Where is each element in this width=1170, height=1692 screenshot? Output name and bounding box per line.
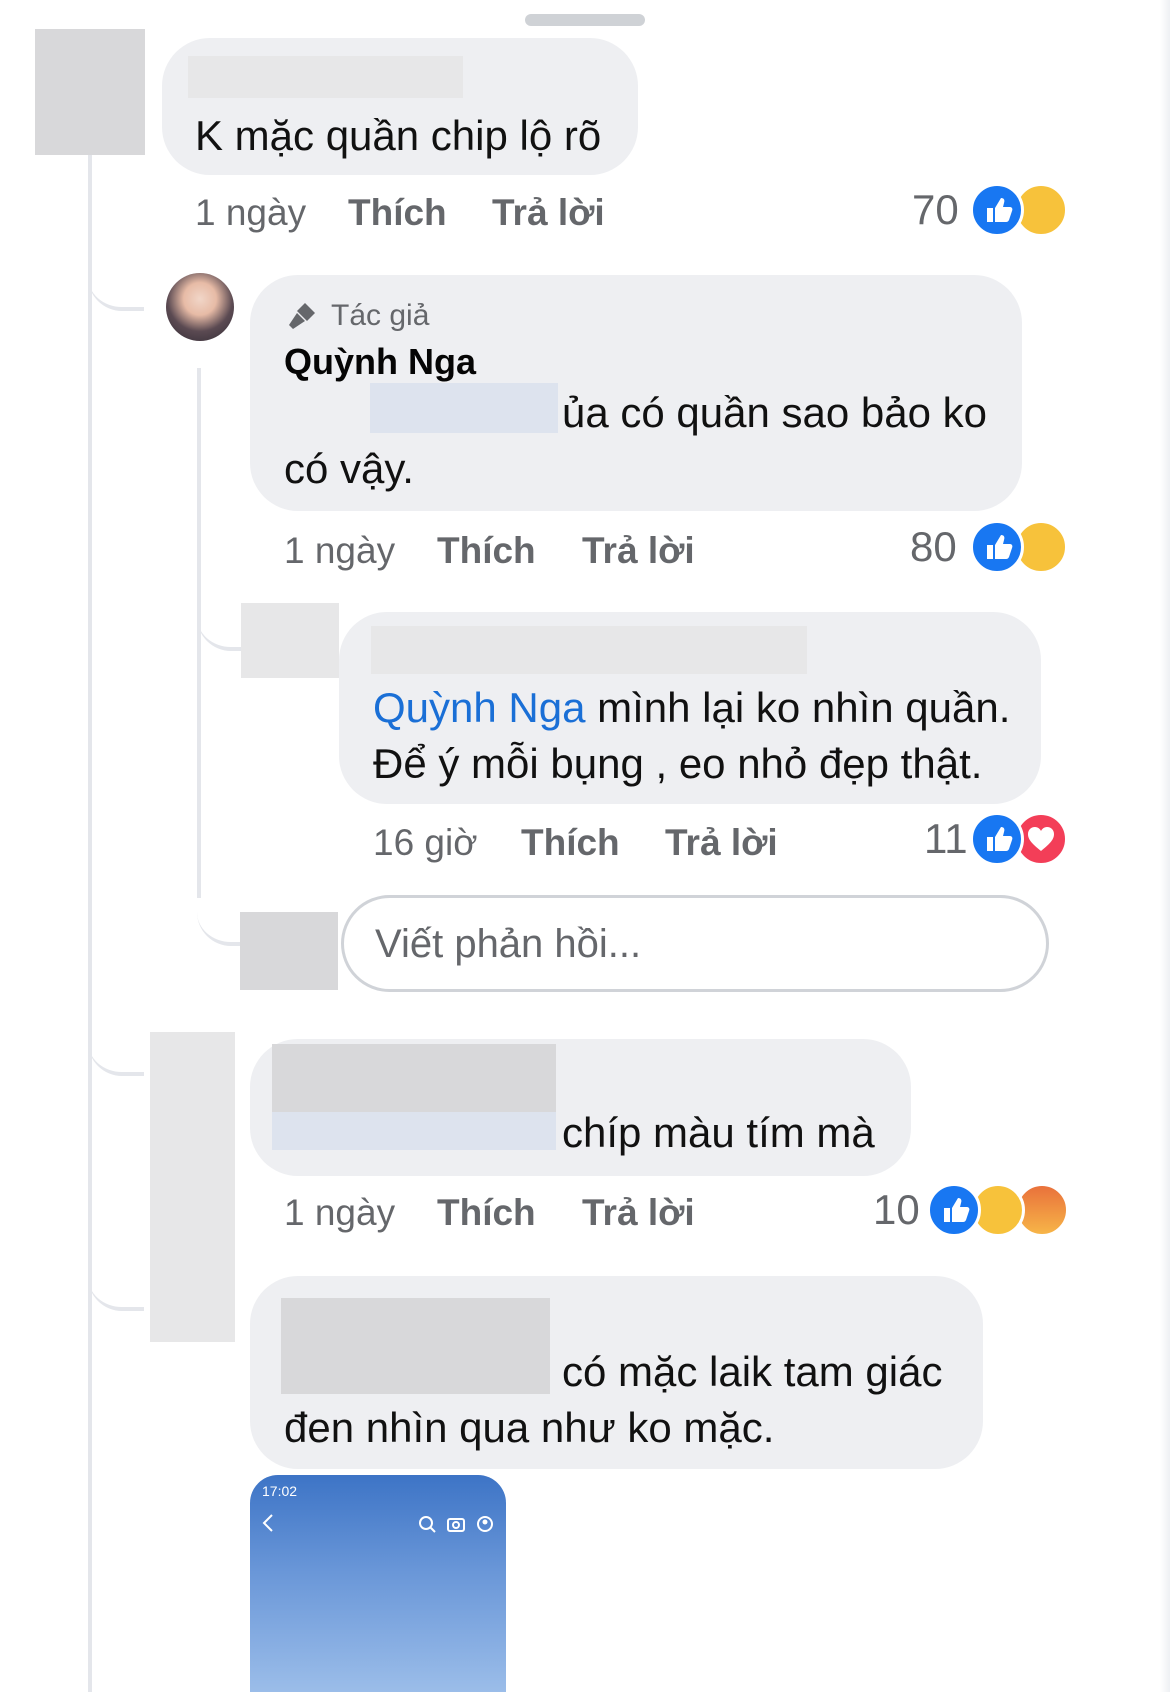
reply-input[interactable]: Viết phản hồi... bbox=[341, 895, 1049, 992]
reply-text-line1: Quỳnh Nga mình lại ko nhìn quần. bbox=[373, 684, 1011, 731]
camera-icon bbox=[446, 1515, 466, 1533]
attached-image-status-time: 17:02 bbox=[262, 1483, 298, 1499]
reply-time: 1 ngày bbox=[284, 530, 396, 571]
like-icon bbox=[970, 812, 1024, 866]
comment-text-line1: có mặc laik tam giác bbox=[562, 1348, 943, 1395]
comment-bubble: có mặc laik tam giác đen nhìn qua như ko… bbox=[250, 1276, 983, 1469]
blurred-commenter-name[interactable] bbox=[281, 1298, 550, 1394]
like-button[interactable]: Thích bbox=[521, 822, 620, 864]
back-icon bbox=[260, 1513, 276, 1533]
reply-time: 16 giờ bbox=[373, 822, 478, 863]
reaction-count[interactable]: 80 bbox=[910, 523, 957, 571]
reaction-count[interactable]: 11 bbox=[924, 815, 968, 863]
attached-image[interactable]: 17:02 bbox=[250, 1475, 506, 1692]
my-avatar-blurred bbox=[240, 912, 338, 990]
comment-bubble: K mặc quần chip lộ rõ bbox=[162, 38, 638, 175]
thread-branch-comment2 bbox=[88, 1010, 144, 1076]
like-icon bbox=[970, 520, 1024, 574]
profile-icon bbox=[476, 1515, 494, 1533]
blurred-mention[interactable] bbox=[370, 383, 558, 433]
avatar-blurred[interactable] bbox=[150, 1032, 235, 1342]
thread-line-main bbox=[88, 155, 92, 1692]
comment-time: 1 ngày bbox=[195, 192, 307, 233]
reaction-count[interactable]: 70 bbox=[912, 186, 959, 234]
thread-branch-reply1 bbox=[88, 235, 144, 311]
author-badge: Tác giả bbox=[331, 299, 430, 332]
like-icon bbox=[970, 183, 1024, 237]
like-button[interactable]: Thích bbox=[437, 530, 536, 572]
avatar-blurred[interactable] bbox=[35, 29, 145, 155]
reaction-count[interactable]: 10 bbox=[873, 1186, 920, 1234]
thread-branch-reply2 bbox=[197, 585, 241, 651]
comment-text-line2: đen nhìn qua như ko mặc. bbox=[284, 1404, 775, 1451]
comment-text: K mặc quần chip lộ rõ bbox=[195, 112, 602, 159]
search-icon bbox=[418, 1515, 436, 1533]
blurred-commenter-name[interactable] bbox=[272, 1112, 556, 1150]
like-button[interactable]: Thích bbox=[437, 1192, 536, 1234]
author-name[interactable]: Quỳnh Nga bbox=[284, 341, 476, 383]
blurred-commenter-name[interactable] bbox=[272, 1044, 556, 1112]
reply-text-line2: Để ý mỗi bụng , eo nhỏ đẹp thật. bbox=[373, 740, 983, 787]
thread-branch-input bbox=[197, 880, 241, 946]
reply-bubble: Quỳnh Nga mình lại ko nhìn quần. Để ý mỗ… bbox=[339, 612, 1041, 804]
blurred-commenter-name[interactable] bbox=[371, 626, 807, 674]
reply-bubble: Tác giả Quỳnh Nga ủa có quần sao bảo ko … bbox=[250, 275, 1022, 511]
reply-input-placeholder: Viết phản hồi... bbox=[375, 922, 642, 966]
blurred-commenter-name[interactable] bbox=[188, 56, 463, 98]
like-button[interactable]: Thích bbox=[348, 192, 447, 234]
author-avatar[interactable] bbox=[166, 273, 234, 341]
reply-button[interactable]: Trả lời bbox=[492, 192, 605, 234]
comment-bubble: chíp màu tím mà bbox=[250, 1039, 911, 1176]
reply-button[interactable]: Trả lời bbox=[582, 530, 695, 572]
avatar-blurred[interactable] bbox=[241, 603, 339, 678]
like-icon bbox=[927, 1183, 981, 1237]
sheet-edge bbox=[1160, 0, 1170, 1692]
sheet-drag-handle[interactable] bbox=[525, 14, 645, 26]
mention-link[interactable]: Quỳnh Nga bbox=[373, 684, 585, 731]
comment-time: 1 ngày bbox=[284, 1192, 396, 1233]
thread-branch-comment3 bbox=[88, 1245, 144, 1311]
reply-text-line2: có vậy. bbox=[284, 445, 414, 492]
comment-text: chíp màu tím mà bbox=[562, 1109, 875, 1156]
reply-button[interactable]: Trả lời bbox=[665, 822, 778, 864]
reply-text-line1: ủa có quần sao bảo ko bbox=[562, 389, 988, 436]
reply-button[interactable]: Trả lời bbox=[582, 1192, 695, 1234]
microphone-icon bbox=[285, 299, 319, 333]
